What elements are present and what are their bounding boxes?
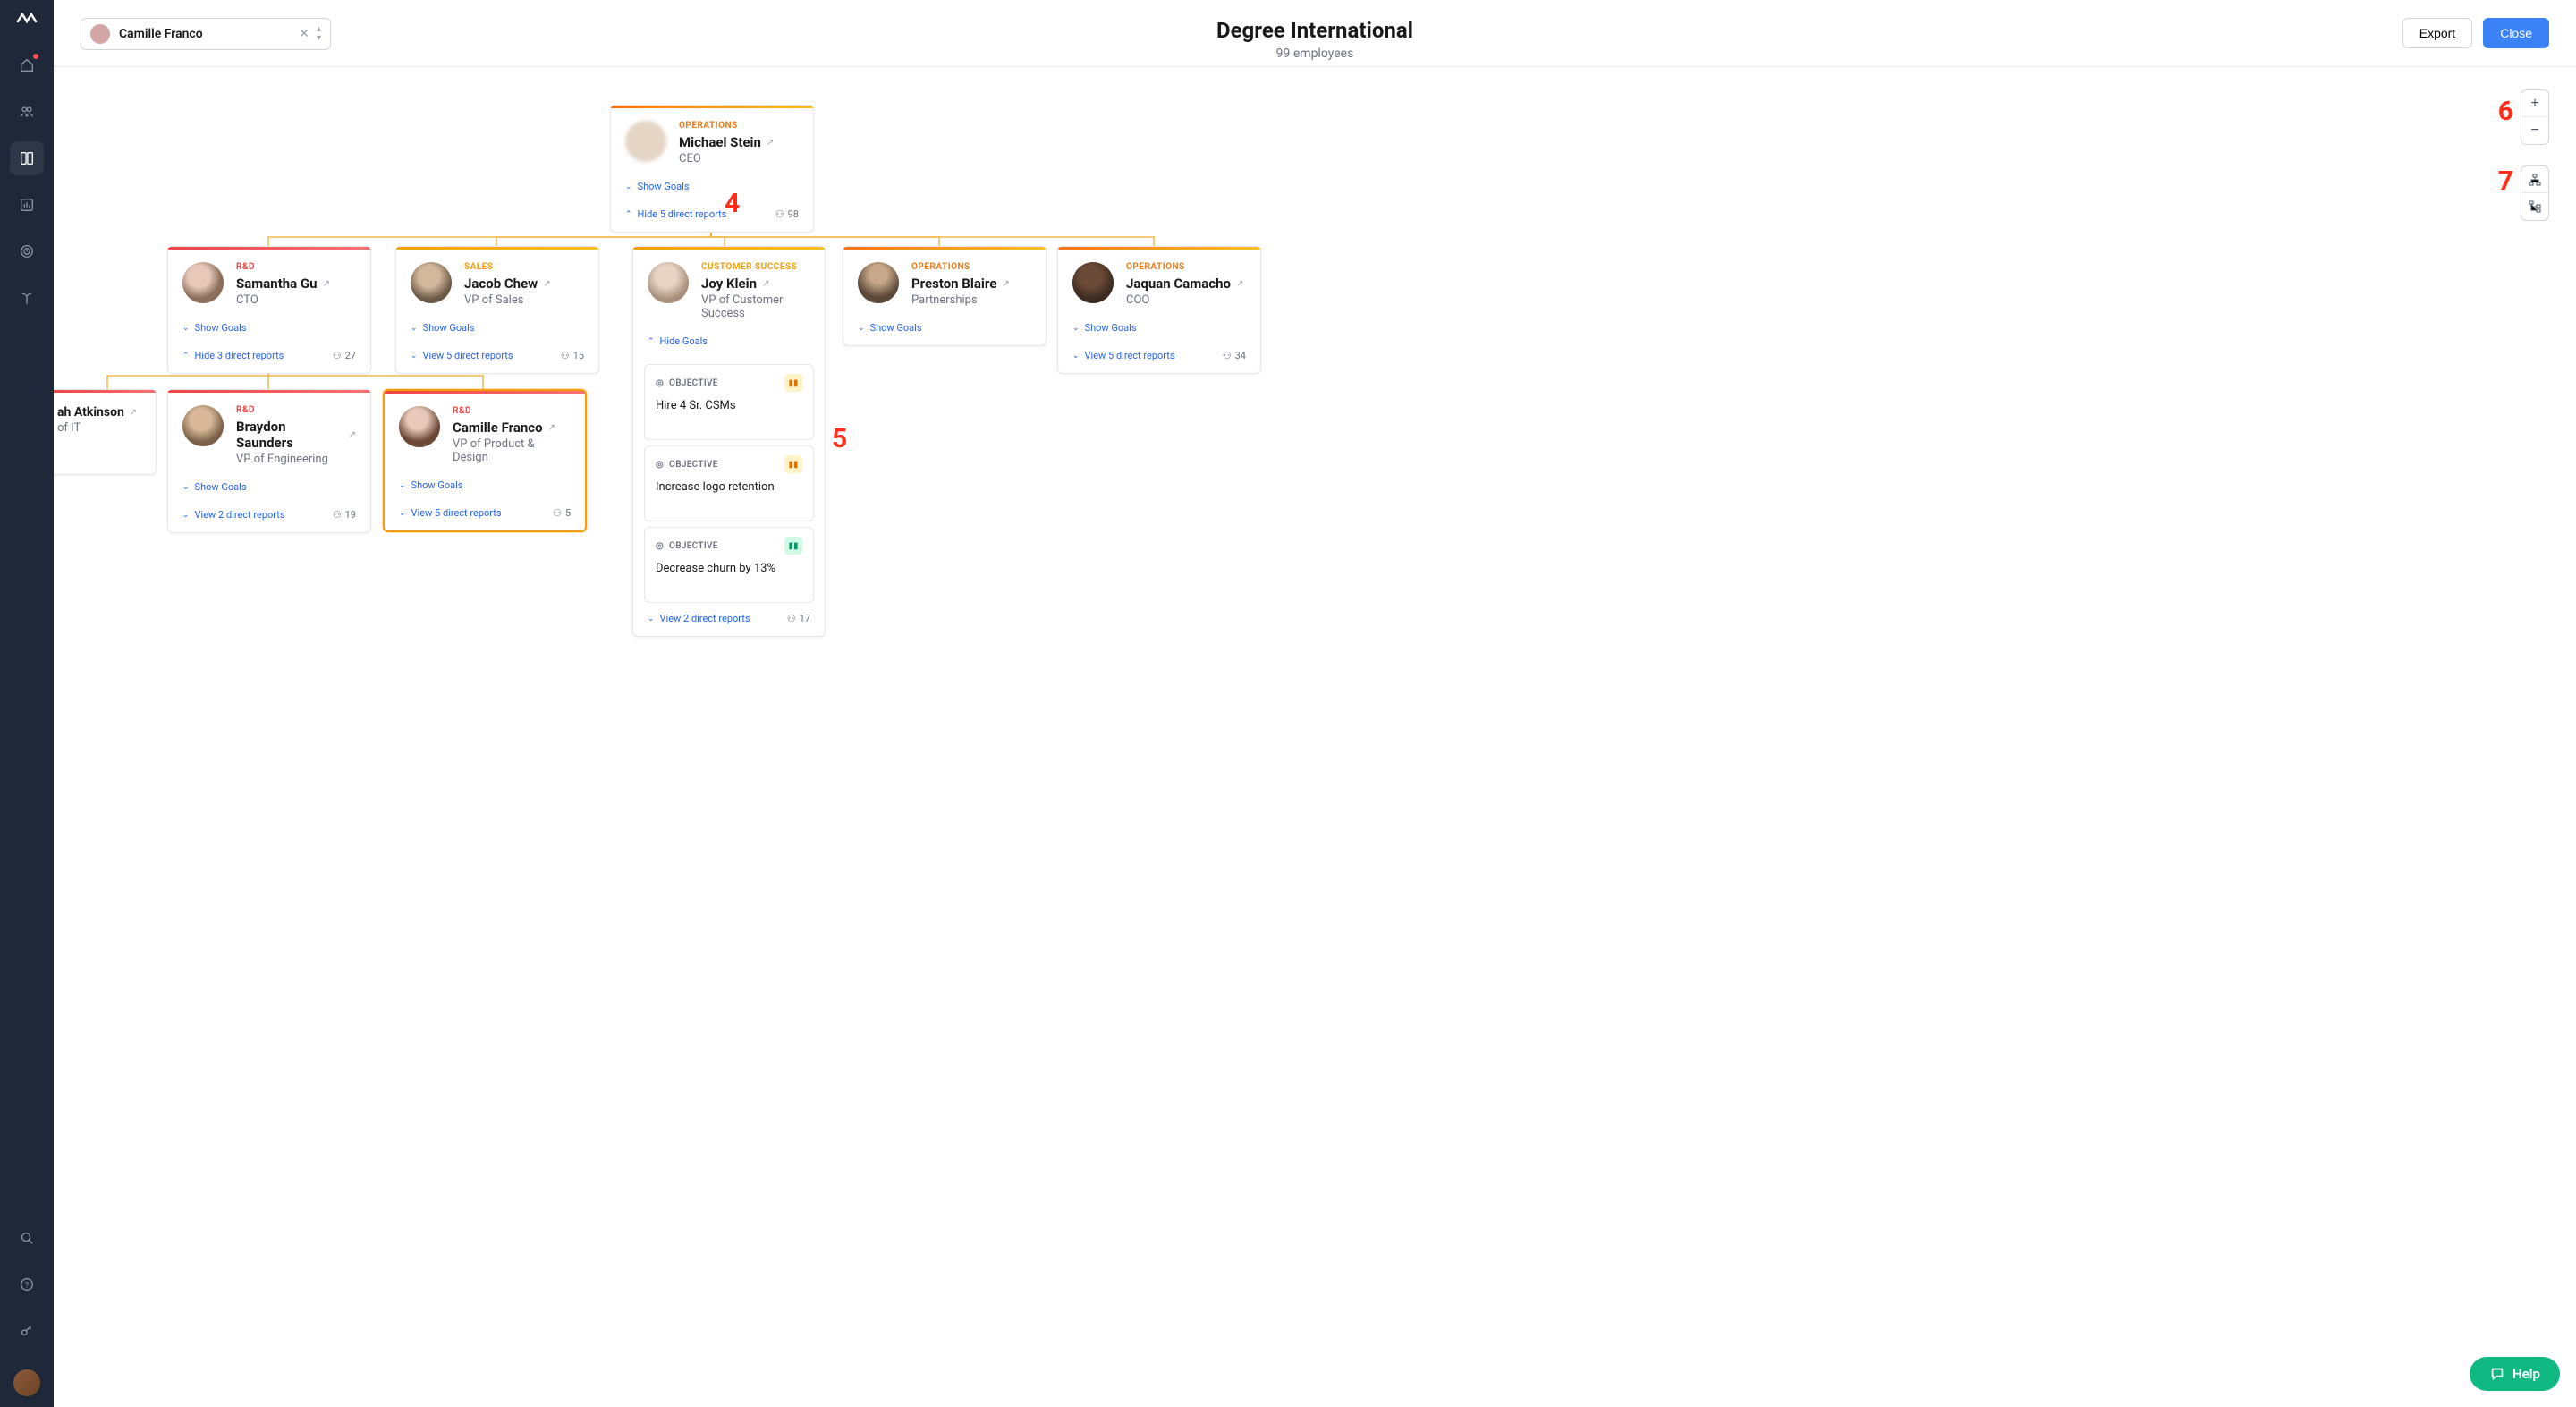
avatar [1072,262,1114,303]
person-card-samantha-gu[interactable]: R&D Samantha Gu↗ CTO ⌄Show Goals ⌃Hide 3… [167,246,371,374]
reports-toggle-link[interactable]: ⌄View 5 direct reports [399,504,502,521]
external-link-icon[interactable]: ↗ [548,423,555,433]
show-goals-link[interactable]: ⌄Show Goals [182,319,356,336]
dept-label: OPERATIONS [679,121,774,131]
nav-org-chart[interactable] [10,141,44,175]
nav-home[interactable] [10,48,44,82]
selected-avatar [90,24,110,44]
target-icon: ◎ [656,541,664,551]
person-title: CEO [679,152,774,165]
sidebar: ? [0,0,54,1407]
status-icon: ▮▮ [784,537,802,555]
show-goals-link[interactable]: ⌄Show Goals [182,479,356,496]
reports-toggle-link[interactable]: ⌄View 2 direct reports [648,610,750,627]
layout-list-button[interactable] [2521,193,2548,220]
avatar [182,262,224,303]
hide-goals-link[interactable]: ⌃Hide Goals [648,333,810,350]
person-card-michael-stein[interactable]: OPERATIONS Michael Stein ↗ CEO ⌄Show Goa… [610,105,814,233]
person-card-camille-franco[interactable]: R&D Camille Franco↗ VP of Product & Desi… [383,389,587,532]
external-link-icon[interactable]: ↗ [323,279,330,289]
objective-card[interactable]: ◎OBJECTIVE ▮▮ Decrease churn by 13% [644,527,814,603]
person-card-braydon-saunders[interactable]: R&D Braydon Saunders↗ VP of Engineering … [167,389,371,533]
close-button[interactable]: Close [2483,18,2549,48]
zoom-controls: + − [2521,89,2549,145]
org-chart-canvas[interactable]: + − 1 2 3 4 5 6 7 [54,67,2576,1407]
notification-dot [33,54,38,59]
person-card-joy-klein[interactable]: CUSTOMER SUCCESS Joy Klein↗ VP of Custom… [632,246,826,637]
nav-people[interactable] [10,95,44,129]
show-goals-link[interactable]: ⌄Show Goals [858,319,1031,336]
dropdown-icon[interactable]: ▴▾ [317,25,321,43]
nav-admin[interactable] [10,1314,44,1348]
external-link-icon[interactable]: ↗ [349,430,356,440]
status-icon: ▮▮ [784,455,802,473]
nav-analytics[interactable] [10,188,44,222]
avatar [648,262,689,303]
layout-controls [2521,165,2549,221]
user-avatar[interactable] [13,1369,40,1396]
help-button[interactable]: Help [2470,1357,2560,1391]
person-name: Michael Stein [679,134,761,150]
app-logo [16,11,38,30]
reports-toggle-link[interactable]: ⌄View 5 direct reports [1072,347,1175,364]
nav-help[interactable]: ? [10,1267,44,1301]
person-card-jacob-chew[interactable]: SALES Jacob Chew↗ VP of Sales ⌄Show Goal… [395,246,599,374]
annotation-6: 6 [2498,96,2513,127]
external-link-icon[interactable]: ↗ [1002,279,1009,289]
reports-toggle-link[interactable]: ⌄View 2 direct reports [182,506,285,523]
nav-goals[interactable] [10,234,44,268]
zoom-out-button[interactable]: − [2521,117,2548,144]
reports-toggle-link[interactable]: ⌃Hide 3 direct reports [182,347,284,364]
external-link-icon[interactable]: ↗ [1236,279,1243,289]
person-selector[interactable]: Camille Franco ✕ ▴▾ [80,18,331,50]
zoom-in-button[interactable]: + [2521,90,2548,117]
svg-text:?: ? [25,1282,29,1291]
annotation-5: 5 [832,423,847,454]
show-goals-link[interactable]: ⌄Show Goals [399,477,571,494]
layout-tree-button[interactable] [2521,166,2548,193]
target-icon: ◎ [656,460,664,470]
nav-search[interactable] [10,1221,44,1255]
objective-card[interactable]: ◎OBJECTIVE ▮▮ Hire 4 Sr. CSMs [644,364,814,440]
show-goals-link[interactable]: ⌄Show Goals [411,319,584,336]
employee-count: 99 employees [1216,47,1413,61]
person-card-preston-blaire[interactable]: OPERATIONS Preston Blaire↗ Partnerships … [843,246,1046,346]
external-link-icon[interactable]: ↗ [762,279,769,289]
export-button[interactable]: Export [2402,18,2472,48]
person-card-atkinson-partial[interactable]: ah Atkinson↗ of IT [54,389,157,475]
show-goals-link[interactable]: ⌄Show Goals [1072,319,1246,336]
report-count: ⚇98 [775,208,799,220]
avatar [411,262,452,303]
reports-toggle-link[interactable]: ⌃Hide 5 direct reports [625,206,726,223]
external-link-icon[interactable]: ↗ [130,408,137,418]
avatar [399,406,440,447]
company-name: Degree International [1216,18,1413,43]
external-link-icon[interactable]: ↗ [543,279,550,289]
person-card-jaquan-camacho[interactable]: OPERATIONS Jaquan Camacho↗ COO ⌄Show Goa… [1057,246,1261,374]
clear-icon[interactable]: ✕ [299,27,309,41]
selected-name: Camille Franco [119,27,299,41]
target-icon: ◎ [656,378,664,388]
show-goals-link[interactable]: ⌄Show Goals [625,178,799,195]
reports-toggle-link[interactable]: ⌄View 5 direct reports [411,347,513,364]
nav-growth[interactable] [10,281,44,315]
annotation-7: 7 [2498,165,2513,197]
status-icon: ▮▮ [784,374,802,392]
avatar [625,121,666,162]
avatar [182,405,224,446]
header: Camille Franco ✕ ▴▾ Degree International… [54,0,2576,67]
objective-card[interactable]: ◎OBJECTIVE ▮▮ Increase logo retention [644,445,814,521]
avatar [858,262,899,303]
external-link-icon[interactable]: ↗ [767,138,774,148]
